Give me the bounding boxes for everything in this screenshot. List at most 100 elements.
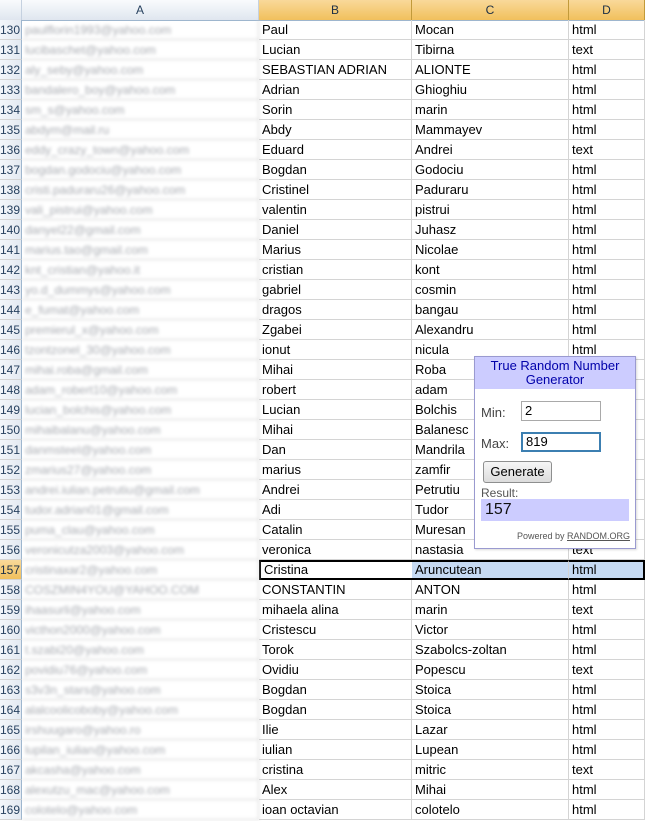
- row-number[interactable]: 154: [0, 500, 22, 520]
- cell-format[interactable]: html: [569, 20, 645, 40]
- cell-last-name[interactable]: pistrui: [412, 200, 569, 220]
- cell-format[interactable]: html: [569, 180, 645, 200]
- cell-first-name[interactable]: gabriel: [259, 280, 412, 300]
- row-number[interactable]: 141: [0, 240, 22, 260]
- cell-first-name[interactable]: dragos: [259, 300, 412, 320]
- cell-first-name[interactable]: robert: [259, 380, 412, 400]
- cell-last-name[interactable]: cosmin: [412, 280, 569, 300]
- cell-email[interactable]: eddy_crazy_town@yahoo.com: [22, 140, 259, 160]
- cell-first-name[interactable]: ioan octavian: [259, 800, 412, 820]
- row-number[interactable]: 149: [0, 400, 22, 420]
- cell-format[interactable]: text: [569, 760, 645, 780]
- cell-email[interactable]: paulflorin1993@yahoo.com: [22, 20, 259, 40]
- cell-last-name[interactable]: Victor: [412, 620, 569, 640]
- cell-first-name[interactable]: Eduard: [259, 140, 412, 160]
- cell-first-name[interactable]: cristina: [259, 760, 412, 780]
- row-number[interactable]: 135: [0, 120, 22, 140]
- cell-first-name[interactable]: CONSTANTIN: [259, 580, 412, 600]
- cell-email[interactable]: puma_clau@yahoo.com: [22, 520, 259, 540]
- row-number[interactable]: 140: [0, 220, 22, 240]
- cell-first-name[interactable]: veronica: [259, 540, 412, 560]
- cell-first-name[interactable]: Dan: [259, 440, 412, 460]
- cell-format[interactable]: html: [569, 120, 645, 140]
- cell-first-name[interactable]: Cristina: [259, 560, 412, 580]
- row-number[interactable]: 164: [0, 700, 22, 720]
- random-org-link[interactable]: RANDOM.ORG: [567, 531, 630, 541]
- cell-email[interactable]: abdym@mail.ru: [22, 120, 259, 140]
- row-number[interactable]: 146: [0, 340, 22, 360]
- row-number[interactable]: 155: [0, 520, 22, 540]
- cell-last-name[interactable]: Lupean: [412, 740, 569, 760]
- cell-email[interactable]: sm_s@yahoo.com: [22, 100, 259, 120]
- cell-first-name[interactable]: Lucian: [259, 40, 412, 60]
- cell-last-name[interactable]: Mihai: [412, 780, 569, 800]
- cell-first-name[interactable]: Lucian: [259, 400, 412, 420]
- cell-first-name[interactable]: Cristinel: [259, 180, 412, 200]
- cell-last-name[interactable]: Godociu: [412, 160, 569, 180]
- row-number[interactable]: 157: [0, 560, 22, 580]
- cell-last-name[interactable]: Tibirna: [412, 40, 569, 60]
- cell-email[interactable]: danmsteel@yahoo.com: [22, 440, 259, 460]
- row-number[interactable]: 168: [0, 780, 22, 800]
- cell-last-name[interactable]: mitric: [412, 760, 569, 780]
- cell-email[interactable]: alalcoolicoboby@yahoo.com: [22, 700, 259, 720]
- cell-format[interactable]: text: [569, 600, 645, 620]
- cell-format[interactable]: html: [569, 620, 645, 640]
- min-input[interactable]: 2: [521, 401, 601, 421]
- cell-format[interactable]: text: [569, 40, 645, 60]
- cell-email[interactable]: veronicutza2003@yahoo.com: [22, 540, 259, 560]
- cell-last-name[interactable]: Aruncutean: [412, 560, 569, 580]
- cell-email[interactable]: yo.d_dummys@yahoo.com: [22, 280, 259, 300]
- cell-first-name[interactable]: Zgabei: [259, 320, 412, 340]
- row-number[interactable]: 169: [0, 800, 22, 820]
- row-number[interactable]: 139: [0, 200, 22, 220]
- cell-email[interactable]: lucian_bolchis@yahoo.com: [22, 400, 259, 420]
- row-number[interactable]: 134: [0, 100, 22, 120]
- cell-format[interactable]: html: [569, 780, 645, 800]
- cell-email[interactable]: e_fumat@yahoo.com: [22, 300, 259, 320]
- row-number[interactable]: 165: [0, 720, 22, 740]
- cell-last-name[interactable]: Nicolae: [412, 240, 569, 260]
- cell-email[interactable]: adam_robert10@yahoo.com: [22, 380, 259, 400]
- cell-last-name[interactable]: Andrei: [412, 140, 569, 160]
- cell-email[interactable]: andrei.iulian.petrutiu@gmail.com: [22, 480, 259, 500]
- cell-email[interactable]: tudor.adrian01@gmail.com: [22, 500, 259, 520]
- cell-first-name[interactable]: iulian: [259, 740, 412, 760]
- cell-format[interactable]: html: [569, 720, 645, 740]
- cell-last-name[interactable]: Lazar: [412, 720, 569, 740]
- row-number[interactable]: 147: [0, 360, 22, 380]
- cell-format[interactable]: html: [569, 60, 645, 80]
- cell-first-name[interactable]: Bogdan: [259, 700, 412, 720]
- cell-first-name[interactable]: ionut: [259, 340, 412, 360]
- row-number[interactable]: 144: [0, 300, 22, 320]
- cell-email[interactable]: lupilan_iulian@yahoo.com: [22, 740, 259, 760]
- cell-first-name[interactable]: Adi: [259, 500, 412, 520]
- row-number[interactable]: 150: [0, 420, 22, 440]
- cell-format[interactable]: html: [569, 200, 645, 220]
- cell-first-name[interactable]: marius: [259, 460, 412, 480]
- cell-format[interactable]: html: [569, 560, 645, 580]
- cell-first-name[interactable]: Cristescu: [259, 620, 412, 640]
- cell-last-name[interactable]: Stoica: [412, 680, 569, 700]
- cell-format[interactable]: html: [569, 580, 645, 600]
- cell-email[interactable]: danyel22@gmail.com: [22, 220, 259, 240]
- cell-first-name[interactable]: Adrian: [259, 80, 412, 100]
- cell-first-name[interactable]: Catalin: [259, 520, 412, 540]
- cell-first-name[interactable]: Ilie: [259, 720, 412, 740]
- cell-format[interactable]: html: [569, 280, 645, 300]
- cell-email[interactable]: bogdan.godociu@yahoo.com: [22, 160, 259, 180]
- cell-last-name[interactable]: Mocan: [412, 20, 569, 40]
- cell-first-name[interactable]: Paul: [259, 20, 412, 40]
- cell-email[interactable]: knt_cristian@yahoo.it: [22, 260, 259, 280]
- cell-last-name[interactable]: Juhasz: [412, 220, 569, 240]
- cell-first-name[interactable]: Sorin: [259, 100, 412, 120]
- cell-last-name[interactable]: Ghioghiu: [412, 80, 569, 100]
- cell-last-name[interactable]: Alexandru: [412, 320, 569, 340]
- cell-first-name[interactable]: cristian: [259, 260, 412, 280]
- cell-email[interactable]: marius.tao@gmail.com: [22, 240, 259, 260]
- cell-email[interactable]: povidiu76@yahoo.com: [22, 660, 259, 680]
- cell-last-name[interactable]: Popescu: [412, 660, 569, 680]
- cell-last-name[interactable]: marin: [412, 100, 569, 120]
- row-number[interactable]: 136: [0, 140, 22, 160]
- row-number[interactable]: 166: [0, 740, 22, 760]
